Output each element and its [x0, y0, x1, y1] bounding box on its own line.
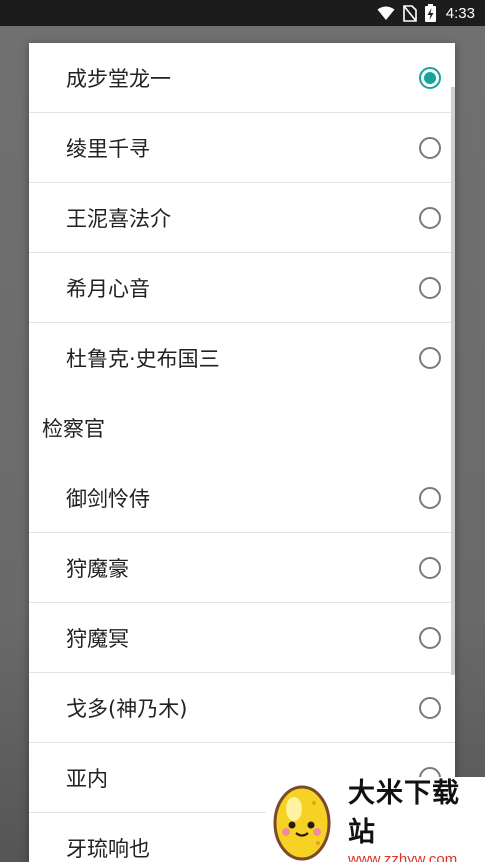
list-item[interactable]: 戈多(神乃木) [29, 673, 455, 743]
list-item[interactable]: 希月心音 [29, 253, 455, 323]
watermark-banner: 大米下载站 www.zzhyw.com [266, 777, 485, 862]
list-item[interactable]: 绫里千寻 [29, 113, 455, 183]
item-label: 狩魔冥 [66, 626, 129, 651]
item-label: 御剑怜侍 [66, 486, 150, 511]
watermark-url: www.zzhyw.com [348, 851, 458, 862]
radio-button[interactable] [419, 556, 441, 579]
item-label: 杜鲁克·史布国三 [66, 347, 220, 371]
radio-button[interactable] [419, 696, 441, 719]
group-header: 检察官 [42, 417, 105, 441]
radio-button[interactable] [419, 626, 441, 649]
no-sim-icon [402, 4, 417, 22]
selection-dialog: 成步堂龙一 绫里千寻 王泥喜法介 希月心音 杜鲁克·史布国三 检察官 御剑怜侍 … [29, 43, 455, 862]
item-label: 绫里千寻 [66, 136, 150, 161]
radio-button[interactable] [419, 136, 441, 159]
radio-button[interactable] [419, 206, 441, 229]
radio-button[interactable] [419, 347, 441, 369]
egg-mascot-logo-icon [266, 777, 346, 862]
item-label: 戈多(神乃木) [66, 696, 188, 721]
radio-button[interactable] [419, 486, 441, 509]
item-label: 王泥喜法介 [66, 206, 171, 231]
list-item[interactable]: 御剑怜侍 [29, 463, 455, 533]
option-list: 成步堂龙一 绫里千寻 王泥喜法介 希月心音 杜鲁克·史布国三 检察官 御剑怜侍 … [29, 43, 455, 862]
list-item[interactable]: 王泥喜法介 [29, 183, 455, 253]
status-time: 4:33 [445, 4, 475, 22]
wifi-icon [377, 6, 395, 21]
list-item[interactable]: 成步堂龙一 [29, 43, 455, 113]
item-label: 希月心音 [66, 276, 150, 301]
radio-button[interactable] [419, 276, 441, 299]
status-bar: 4:33 [0, 0, 485, 26]
radio-button-selected[interactable] [419, 66, 441, 89]
list-item[interactable]: 狩魔冥 [29, 603, 455, 673]
scrollbar[interactable] [451, 87, 455, 675]
item-label: 狩魔豪 [66, 556, 129, 581]
list-item[interactable]: 杜鲁克·史布国三 [29, 323, 455, 393]
watermark-title: 大米下载站 [348, 778, 460, 848]
item-label: 成步堂龙一 [66, 66, 171, 91]
list-item[interactable]: 狩魔豪 [29, 533, 455, 603]
battery-charging-icon [424, 4, 436, 22]
